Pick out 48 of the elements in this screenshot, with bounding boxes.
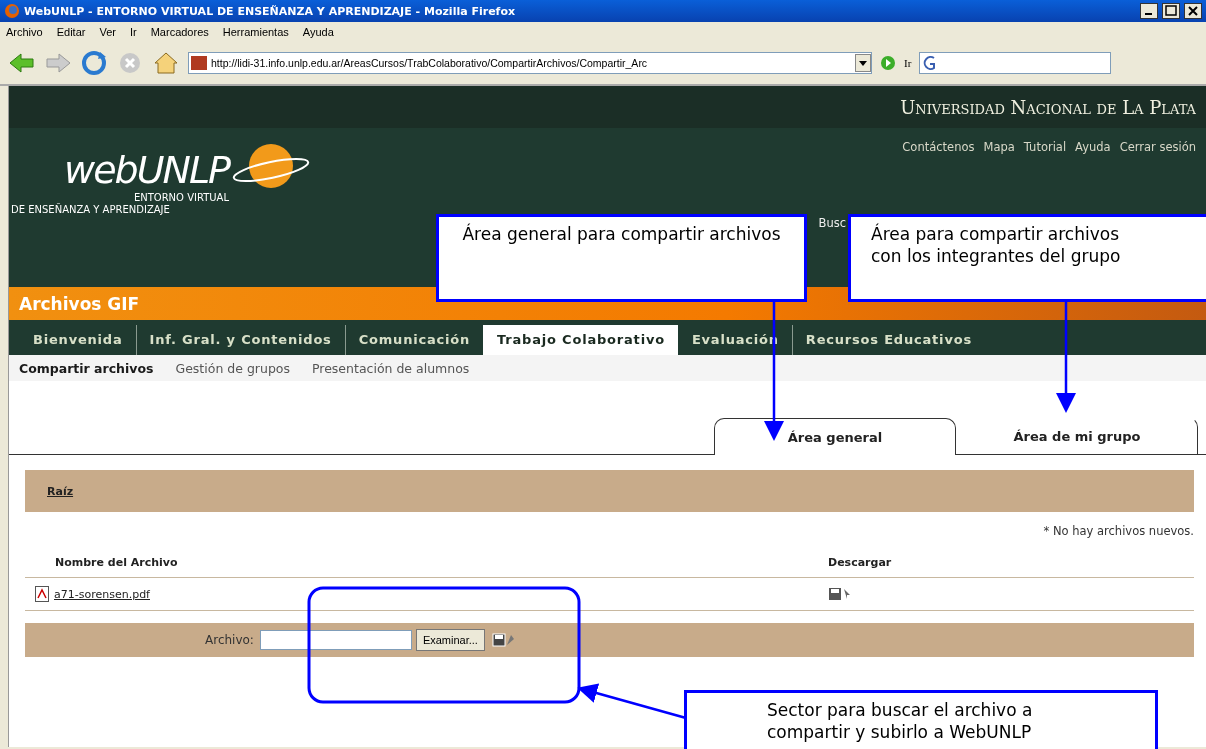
notice-text: * No hay archivos nuevos. bbox=[1043, 524, 1194, 538]
menu-item[interactable]: Ayuda bbox=[302, 26, 334, 38]
menu-item[interactable]: Ver bbox=[99, 26, 116, 38]
minimize-icon[interactable] bbox=[1140, 3, 1158, 19]
column-header: Nombre del Archivo bbox=[55, 556, 179, 569]
nav-tab[interactable]: Bienvenida bbox=[19, 325, 136, 355]
go-icon[interactable] bbox=[880, 55, 896, 71]
header-link[interactable]: Cerrar sesión bbox=[1119, 140, 1196, 154]
logo-subtitle: DE ENSEÑANZA Y APRENDIZAJE bbox=[11, 204, 170, 216]
callout-box: Área para compartir archivos con los integrantes del grupo bbox=[848, 214, 1206, 302]
subnav-link[interactable]: Compartir archivos bbox=[19, 360, 154, 376]
nav-tab[interactable]: Trabajo Colaborativo bbox=[483, 325, 678, 355]
pdf-file-icon bbox=[35, 586, 49, 602]
reload-icon[interactable] bbox=[80, 49, 108, 77]
tab[interactable]: Área general bbox=[714, 418, 956, 455]
menu-item[interactable]: Archivo bbox=[6, 26, 43, 38]
menu-item[interactable]: Herramientas bbox=[222, 26, 289, 38]
menu-item[interactable]: Marcadores bbox=[150, 26, 209, 38]
header-link[interactable]: Contáctenos bbox=[902, 140, 975, 154]
callout-box: Sector para buscar el archivo a compartir y subirlo a WebUNLP bbox=[684, 690, 1158, 749]
course-title: Archivos GIF bbox=[19, 293, 140, 314]
header-link[interactable]: Tutorial bbox=[1023, 140, 1067, 154]
file-path-field[interactable] bbox=[259, 630, 412, 650]
logo-subtitle: ENTORNO VIRTUAL bbox=[133, 192, 229, 204]
menu-item[interactable]: Ir bbox=[129, 26, 137, 38]
column-header: Descargar bbox=[828, 556, 893, 569]
close-icon[interactable] bbox=[1184, 3, 1202, 19]
firefox-icon bbox=[4, 3, 20, 19]
breadcrumb-link[interactable]: Raíz bbox=[47, 484, 74, 498]
subnav-link[interactable]: Presentación de alumnos bbox=[312, 360, 470, 376]
header-link[interactable]: Ayuda bbox=[1075, 140, 1111, 154]
upload-label: Archivo: bbox=[205, 633, 254, 647]
browse-button[interactable]: Examinar... bbox=[415, 629, 485, 651]
logo-text: webUNLP bbox=[64, 148, 229, 192]
university-name: Universidad Nacional de La Plata bbox=[900, 96, 1196, 118]
site-icon bbox=[191, 56, 207, 70]
callout-box: Área general para compartir archivos bbox=[436, 214, 807, 302]
dropdown-icon[interactable] bbox=[855, 54, 871, 72]
header-link[interactable]: Mapa bbox=[983, 140, 1015, 154]
file-link[interactable]: a71-sorensen.pdf bbox=[54, 587, 150, 601]
maximize-icon[interactable] bbox=[1162, 3, 1180, 19]
search-label: Busc bbox=[818, 216, 846, 230]
address-field[interactable]: http://lidi-31.info.unlp.edu.ar/AreasCursos/TrabColaborativo/CompartirArchivos/Compartir_Arc bbox=[188, 52, 872, 74]
subnav-link[interactable]: Gestión de grupos bbox=[175, 360, 290, 376]
search-field[interactable] bbox=[919, 52, 1112, 74]
menu-item[interactable]: Editar bbox=[56, 26, 86, 38]
go-button[interactable]: Ir bbox=[904, 57, 912, 69]
window-title: WebUNLP - ENTORNO VIRTUAL DE ENSEÑANZA Y APRENDIZAJE - Mozilla Firefox bbox=[24, 4, 517, 18]
